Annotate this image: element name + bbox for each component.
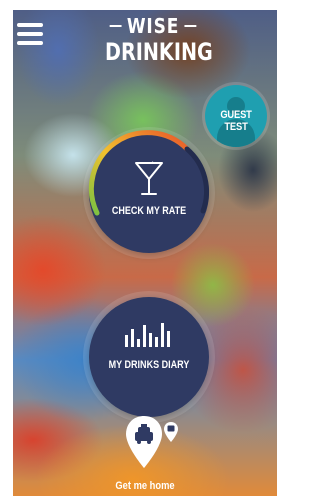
- my-drinks-diary-button[interactable]: MY DRINKS DIARY: [89, 297, 209, 417]
- my-drinks-diary-label: MY DRINKS DIARY: [108, 359, 190, 371]
- bar-levels-icon: [125, 323, 170, 347]
- get-me-home-link[interactable]: Get me home: [105, 415, 185, 495]
- logo-wise: WISE: [126, 14, 180, 38]
- get-me-home-label: Get me home: [115, 480, 175, 492]
- bus-pin-icon: [164, 422, 178, 442]
- logo-drinking: DRINKING: [105, 38, 213, 66]
- check-my-rate-button[interactable]: CHECK MY RATE: [88, 130, 209, 253]
- app-screen: WISE DRINKING GUEST TEST CHECK MY RATE M…: [13, 10, 277, 496]
- taxi-pin-icon: [126, 416, 162, 468]
- logo-dash-left: [109, 25, 122, 27]
- logo-dash-right: [184, 25, 197, 27]
- guest-test-label: GUEST TEST: [220, 109, 252, 133]
- hamburger-icon[interactable]: [17, 23, 43, 49]
- check-my-rate-label: CHECK MY RATE: [111, 205, 187, 217]
- app-logo: WISE DRINKING: [93, 14, 213, 66]
- martini-glass-icon: [135, 161, 163, 195]
